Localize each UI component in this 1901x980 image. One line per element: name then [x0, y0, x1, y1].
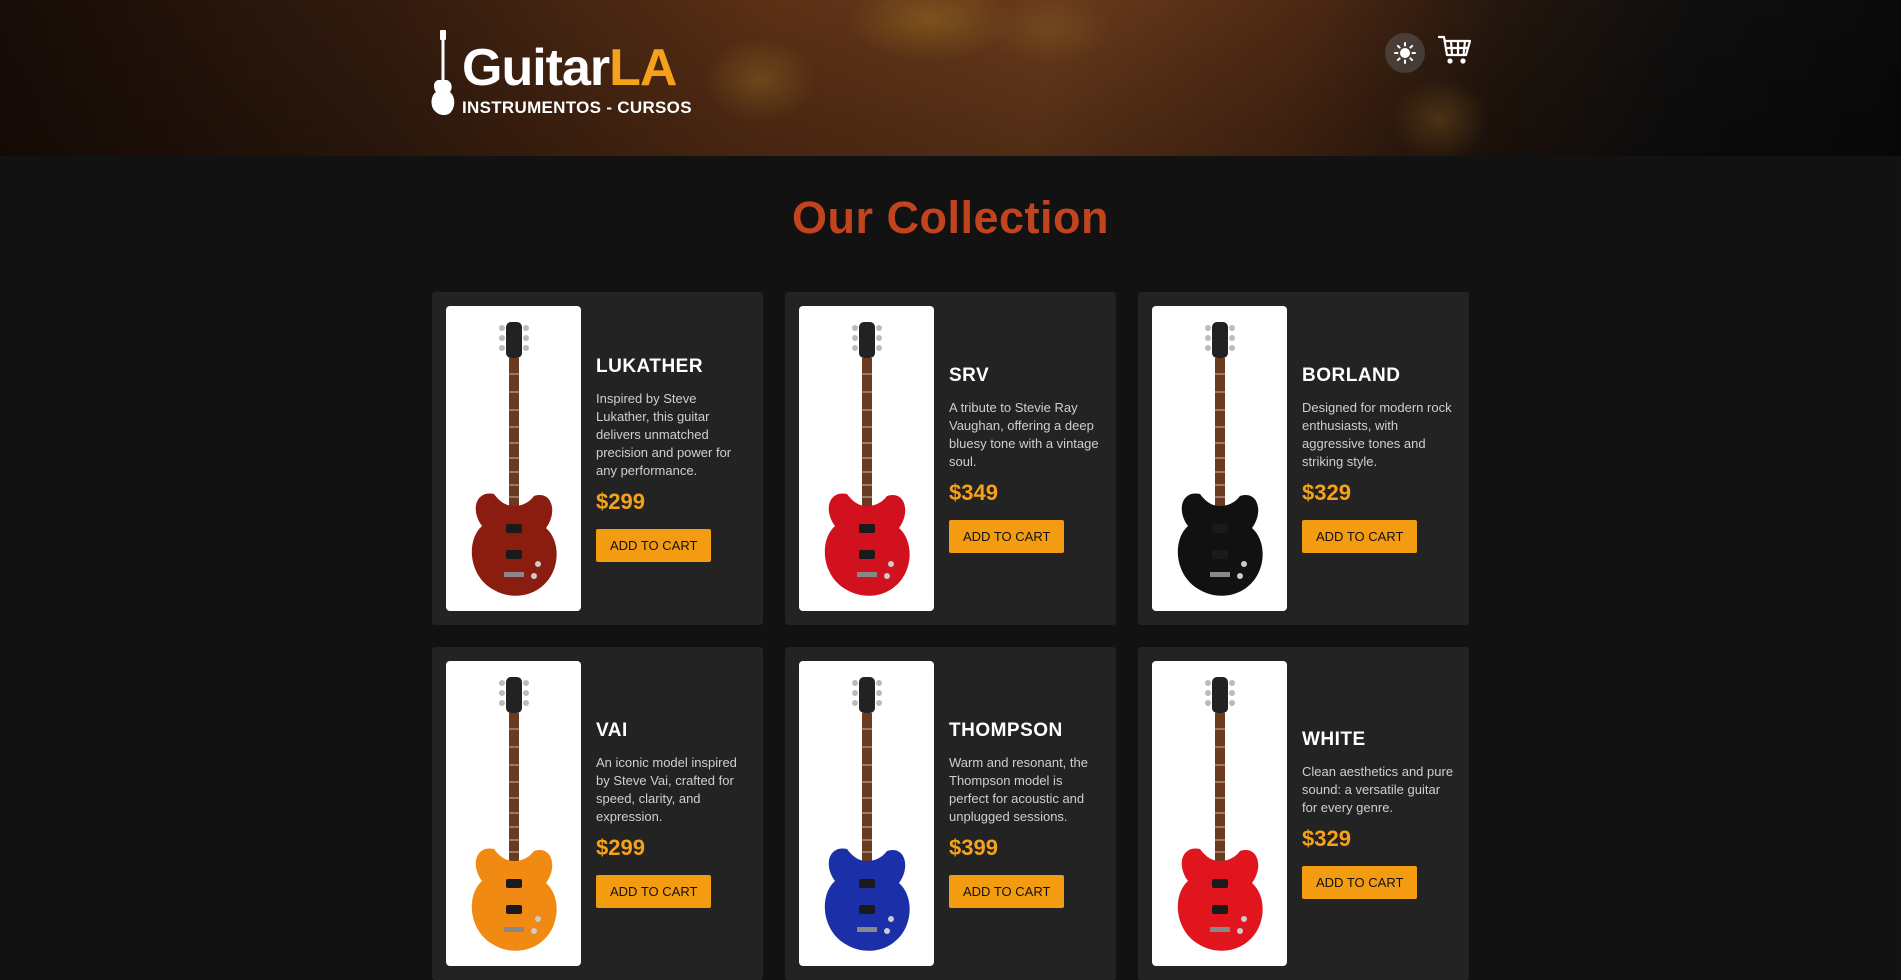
- product-price: $329: [1302, 825, 1351, 851]
- product-image: [1152, 661, 1287, 966]
- site-header: GuitarLA INSTRUMENTOS - CURSOS: [0, 0, 1901, 156]
- product-details: BORLAND Designed for modern rock enthusi…: [1302, 365, 1455, 553]
- guitar-image-icon: [824, 676, 910, 951]
- logo-title-main: Guitar: [462, 39, 610, 97]
- logo-title-accent: LA: [609, 39, 677, 97]
- product-details: LUKATHER Inspired by Steve Lukather, thi…: [596, 356, 749, 562]
- product-image: [446, 306, 581, 611]
- product-price: $299: [596, 488, 645, 514]
- product-name: THOMPSON: [949, 719, 1063, 741]
- cart-icon[interactable]: [1438, 33, 1472, 67]
- logo-subtitle: INSTRUMENTOS - CURSOS: [462, 98, 692, 117]
- logo-title: GuitarLA: [462, 42, 692, 94]
- guitar-image-icon: [824, 321, 910, 596]
- product-description: Designed for modern rock enthusiasts, wi…: [1302, 399, 1452, 469]
- product-name: WHITE: [1302, 728, 1366, 750]
- product-description: A tribute to Stevie Ray Vaughan, offerin…: [949, 399, 1099, 469]
- product-details: WHITE Clean aesthetics and pure sound: a…: [1302, 729, 1455, 899]
- product-description: An iconic model inspired by Steve Vai, c…: [596, 754, 737, 824]
- product-card: SRV A tribute to Stevie Ray Vaughan, off…: [785, 292, 1116, 625]
- product-name: VAI: [596, 719, 628, 741]
- product-price: $299: [596, 834, 645, 860]
- add-to-cart-button[interactable]: ADD TO CART: [949, 874, 1065, 908]
- product-details: THOMPSON Warm and resonant, the Thompson…: [949, 720, 1102, 908]
- product-price: $329: [1302, 479, 1351, 505]
- product-image: [799, 306, 934, 611]
- add-to-cart-button[interactable]: ADD TO CART: [596, 874, 712, 908]
- add-to-cart-button[interactable]: ADD TO CART: [596, 528, 712, 562]
- product-description: Clean aesthetics and pure sound: a versa…: [1302, 763, 1454, 815]
- product-name: BORLAND: [1302, 364, 1401, 386]
- sun-icon: [1394, 42, 1416, 64]
- product-card: WHITE Clean aesthetics and pure sound: a…: [1138, 647, 1469, 980]
- guitar-image-icon: [471, 321, 557, 596]
- site-logo[interactable]: GuitarLA INSTRUMENTOS - CURSOS: [430, 30, 692, 118]
- theme-toggle-button[interactable]: [1385, 33, 1425, 73]
- product-details: VAI An iconic model inspired by Steve Va…: [596, 720, 749, 908]
- product-description: Warm and resonant, the Thompson model is…: [949, 754, 1088, 824]
- product-name: LUKATHER: [596, 355, 704, 377]
- product-description: Inspired by Steve Lukather, this guitar …: [596, 390, 732, 478]
- add-to-cart-button[interactable]: ADD TO CART: [1302, 865, 1418, 899]
- product-card: LUKATHER Inspired by Steve Lukather, thi…: [432, 292, 763, 625]
- guitar-image-icon: [471, 676, 557, 951]
- product-image: [1152, 306, 1287, 611]
- product-details: SRV A tribute to Stevie Ray Vaughan, off…: [949, 365, 1102, 553]
- add-to-cart-button[interactable]: ADD TO CART: [1302, 519, 1418, 553]
- page-title: Our Collection: [791, 192, 1109, 243]
- guitar-image-icon: [1177, 676, 1263, 951]
- guitar-logo-icon: [431, 30, 455, 115]
- product-card: BORLAND Designed for modern rock enthusi…: [1138, 292, 1469, 625]
- product-price: $399: [949, 834, 998, 860]
- product-image: [446, 661, 581, 966]
- product-card: VAI An iconic model inspired by Steve Va…: [432, 647, 763, 980]
- product-card: THOMPSON Warm and resonant, the Thompson…: [785, 647, 1116, 980]
- product-name: SRV: [949, 364, 990, 386]
- product-image: [799, 661, 934, 966]
- add-to-cart-button[interactable]: ADD TO CART: [949, 519, 1065, 553]
- product-price: $349: [949, 479, 998, 505]
- product-grid: LUKATHER Inspired by Steve Lukather, thi…: [432, 292, 1469, 980]
- guitar-image-icon: [1177, 321, 1263, 596]
